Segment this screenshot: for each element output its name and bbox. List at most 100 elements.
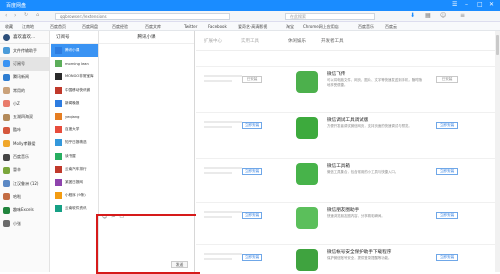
install-button[interactable]: 立即安装 xyxy=(242,168,262,175)
bookmark-item[interactable]: 江南地 xyxy=(22,24,34,30)
home-icon[interactable]: ⌂ xyxy=(36,12,39,18)
sidebar-item[interactable]: 趣味Excels xyxy=(0,204,49,217)
install-button[interactable]: 立即安装 xyxy=(242,254,262,261)
subscription-item[interactable]: 云南汽车排行 xyxy=(51,163,98,176)
placeholder-text xyxy=(204,75,242,77)
sidebar-item[interactable]: 订阅号 xyxy=(0,57,49,71)
subscription-item-label: 某团日报网 xyxy=(65,179,83,184)
sidebar-item[interactable]: 冒辛 xyxy=(0,164,49,177)
sidebar-header: 喜欢喜欢... xyxy=(0,31,49,44)
back-icon[interactable]: ‹ xyxy=(5,12,7,19)
subscription-item[interactable]: 百度大学 xyxy=(51,123,98,136)
title-bar: 百度网盘 ☰ – □ ✕ xyxy=(0,0,500,11)
subscription-item[interactable]: 云南软件资讯 xyxy=(51,202,98,215)
sidebar-item-label: 小张 xyxy=(13,220,21,226)
bookmark-item[interactable]: Twitter xyxy=(184,24,197,29)
refresh-icon[interactable]: ↻ xyxy=(24,12,28,18)
contact-avatar-icon xyxy=(3,140,10,148)
subscription-item[interactable]: MONGO非常宝库 xyxy=(51,70,98,83)
subscription-item[interactable]: yeqiang xyxy=(51,110,98,123)
scrollbar-thumb[interactable] xyxy=(496,35,499,55)
sidebar-item[interactable]: 小张 xyxy=(0,217,49,230)
subscription-avatar-icon xyxy=(55,205,62,213)
subscription-item[interactable]: morning lean xyxy=(51,57,98,70)
sidebar-item[interactable]: 小Z xyxy=(0,97,49,110)
bookmark-item[interactable]: 百度网盘 xyxy=(82,24,98,30)
bookmark-item[interactable]: 收藏 xyxy=(5,24,13,30)
contact-avatar-icon xyxy=(3,87,10,95)
bookmark-item[interactable]: Chrome网上应用店 xyxy=(303,24,339,30)
sidebar-item[interactable]: 哈啦 xyxy=(0,190,49,203)
contact-avatar-icon xyxy=(3,166,10,174)
user-icon[interactable]: ☺ xyxy=(440,12,446,19)
subscription-item[interactable]: 小程序 (9条) xyxy=(51,189,98,202)
tab-extensions[interactable]: 扩展中心 xyxy=(204,38,222,44)
install-button[interactable]: 立即安装 xyxy=(436,254,458,261)
sidebar-item[interactable]: 腾讯新闻 xyxy=(0,71,49,84)
placeholder-text xyxy=(204,253,242,255)
send-button[interactable]: 发送 xyxy=(171,261,188,268)
subscription-item[interactable]: 新闻晚报 xyxy=(51,97,98,110)
install-button[interactable]: 立即安装 xyxy=(242,122,262,129)
install-button[interactable]: 立即安装 xyxy=(436,122,458,129)
forward-icon[interactable]: › xyxy=(14,12,16,19)
installed-button[interactable]: 已安装 xyxy=(436,76,458,83)
search-input[interactable]: 在此搜索 xyxy=(285,13,375,20)
tab-tools[interactable]: 实用工具 xyxy=(241,38,259,44)
subscription-item[interactable]: 知乎日报精选 xyxy=(51,136,98,149)
window-title: 百度网盘 xyxy=(6,3,27,9)
sidebar-item[interactable]: 江汉鲁洲 (12) xyxy=(0,177,49,190)
subscription-item[interactable]: 中国移动快讯微 xyxy=(51,84,98,97)
subscription-avatar-icon xyxy=(55,73,62,81)
scrollbar[interactable] xyxy=(495,31,500,272)
contact-avatar-icon xyxy=(3,193,10,201)
subscription-item[interactable]: 腾讯小课 xyxy=(51,44,98,58)
bookmark-item[interactable]: 百度首页 xyxy=(50,24,66,30)
minimize-icon[interactable]: – xyxy=(465,1,468,8)
placeholder-text xyxy=(204,258,232,260)
subscription-item-label: 知乎日报精选 xyxy=(65,140,87,145)
extension-name: 微信调试工具调试版 xyxy=(327,118,369,123)
install-button[interactable]: 立即安装 xyxy=(242,212,262,219)
sidebar-item[interactable]: 常用的 xyxy=(0,84,49,97)
sidebar-item-label: 酷咔 xyxy=(13,127,21,133)
download-icon[interactable]: ⬇ xyxy=(410,12,415,19)
extension-description: 方便开发者调试微信网页，支持页面的快速调试与预览。 xyxy=(327,124,412,128)
chat-panel: 腾讯小课 ☺ ✂ ▭ 发送 xyxy=(96,31,200,274)
sidebar-item[interactable]: 五湖四海双 xyxy=(0,110,49,123)
bookmark-item[interactable]: 爱奇艺·高清影视 xyxy=(238,24,267,30)
sidebar-item[interactable]: 文件传输助手 xyxy=(0,44,49,57)
bookmark-item[interactable]: 百度文库 xyxy=(145,24,161,30)
placeholder-text xyxy=(204,216,232,218)
install-button[interactable]: 立即安装 xyxy=(436,168,458,175)
installed-button[interactable]: 已安装 xyxy=(242,76,262,83)
subscription-item[interactable]: 读书屋 xyxy=(51,150,98,163)
bookmark-item[interactable]: 百度经验 xyxy=(112,24,128,30)
subscription-item[interactable]: 某团日报网 xyxy=(51,176,98,189)
sidebar-item-label: 常用的 xyxy=(13,87,25,93)
chat-list-sidebar: 喜欢喜欢... 文件传输助手 订阅号 腾讯新闻常用的小Z 五湖四海双酷咔 Molly孝静… xyxy=(0,31,50,272)
sidebar-item[interactable]: 百度音乐 xyxy=(0,150,49,163)
sidebar-item[interactable]: Molly孝静爱 xyxy=(0,137,49,150)
extension-icon[interactable]: ▦ xyxy=(425,12,431,19)
menu-icon[interactable]: ☰ xyxy=(452,1,457,8)
bookmark-item[interactable]: Facebook xyxy=(208,24,227,29)
subscription-item-label: 读书屋 xyxy=(65,153,76,158)
tab-developer[interactable]: 开发者工具 xyxy=(321,38,344,44)
placeholder-text xyxy=(204,167,242,169)
maximize-icon[interactable]: □ xyxy=(477,1,483,8)
install-button[interactable]: 立即安装 xyxy=(436,212,458,219)
tab-leisure[interactable]: 休闲娱乐 xyxy=(288,38,306,44)
chat-title: 腾讯小课 xyxy=(99,31,194,44)
bookmark-item[interactable]: 淘宝 xyxy=(286,24,294,30)
extension-name: 微信工具箱 xyxy=(327,164,350,169)
bookmark-item[interactable]: 百度云 xyxy=(385,24,397,30)
settings-icon[interactable]: ≡ xyxy=(460,12,465,19)
close-icon[interactable]: ✕ xyxy=(489,1,494,8)
contact-avatar-icon xyxy=(3,73,10,81)
avatar[interactable] xyxy=(3,33,10,41)
sidebar-item[interactable]: 酷咔 xyxy=(0,124,49,137)
bookmark-item[interactable]: 百度音乐 xyxy=(358,24,374,30)
row-divider xyxy=(196,112,495,113)
address-input[interactable]: qqbrowser://extensions xyxy=(55,13,230,20)
